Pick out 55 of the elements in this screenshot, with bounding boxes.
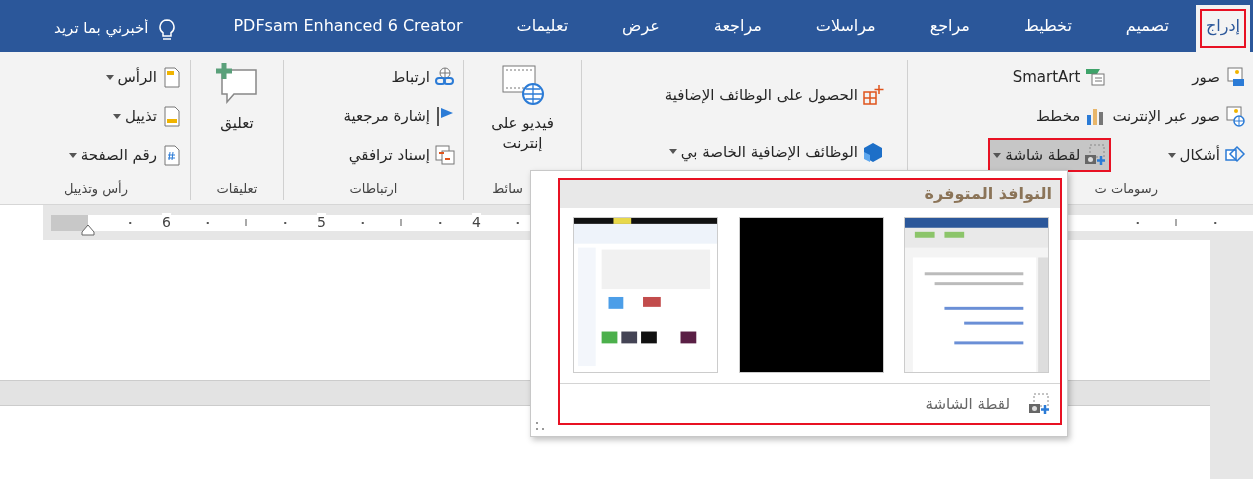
tab[interactable]: عرض [595,5,687,52]
ribbon-button[interactable]: صور [1189,62,1249,92]
tab[interactable]: إدراج [1195,5,1250,52]
ribbon-button[interactable]: تذييل [109,101,186,131]
tab[interactable]: تصميم [1098,5,1196,52]
picture-icon [1224,66,1246,88]
caret-icon [105,74,114,80]
tab[interactable]: مراجعة [686,5,789,52]
smartart-icon [1084,66,1107,88]
group-label: سائط [492,180,523,198]
caret-icon [993,152,1002,158]
window-thumbnail[interactable] [738,217,884,373]
lightbulb-icon [158,18,177,42]
ribbon-button[interactable]: مخطط [1033,101,1110,131]
screen-clipping-button[interactable]: لقطة الشاشة [923,390,1052,417]
ribbon-button[interactable]: تعليق [195,60,279,178]
menu-header: النوافذ المتوفرة [560,180,1060,208]
group-label: رأس وتذييل [64,179,128,199]
video-icon [499,62,546,108]
ribbon-button[interactable]: إشارة مرجعية [340,101,459,131]
tab[interactable]: مراسلات [788,5,903,52]
tab[interactable]: تعليمات [489,5,596,52]
ruler-margin [51,215,88,231]
caret-icon [68,152,77,158]
header-icon [161,66,183,88]
ribbon-button[interactable]: SmartArt [1009,62,1110,92]
ribbon-button[interactable]: صور عبر الإنترنت [1109,101,1249,131]
screenshot-icon [1028,392,1050,415]
page-number-icon [161,144,183,166]
ribbon-button[interactable]: ارتباط [388,62,459,92]
screenshot-icon [1084,144,1107,166]
resize-grip-icon [536,422,546,432]
ribbon-button[interactable]: لقطة شاشة [990,140,1110,170]
group-label: تعليقات [216,180,258,198]
online-picture-icon [1224,105,1246,127]
add-ins-icon [862,83,884,106]
ribbon-button[interactable]: أشكال [1164,140,1249,170]
ribbon-button[interactable]: الرأس [102,62,186,92]
caret-icon [112,113,121,119]
cross-reference-icon [434,144,456,166]
ribbon-button[interactable]: الوظائف الإضافية الخاصة بي [665,136,887,167]
ribbon-button[interactable]: الحصول على الوظائف الإضافية [661,79,887,110]
ribbon-button[interactable]: إسناد ترافقي [345,140,459,170]
link-icon [434,66,456,88]
group-label: ارتباطات [349,180,398,199]
tab[interactable]: مراجع [902,5,997,52]
tab[interactable]: تخطيط [996,5,1099,52]
cube-icon [862,140,884,163]
tab[interactable]: PDFsam Enhanced 6 Creator [206,5,490,52]
footer-icon [161,105,183,127]
ribbon-button[interactable]: رقم الصفحة [65,140,186,170]
scrollbar[interactable] [1210,240,1253,479]
caret-icon [668,149,677,154]
group-label: رسومات ت [1094,180,1158,199]
caret-icon [1167,152,1176,158]
